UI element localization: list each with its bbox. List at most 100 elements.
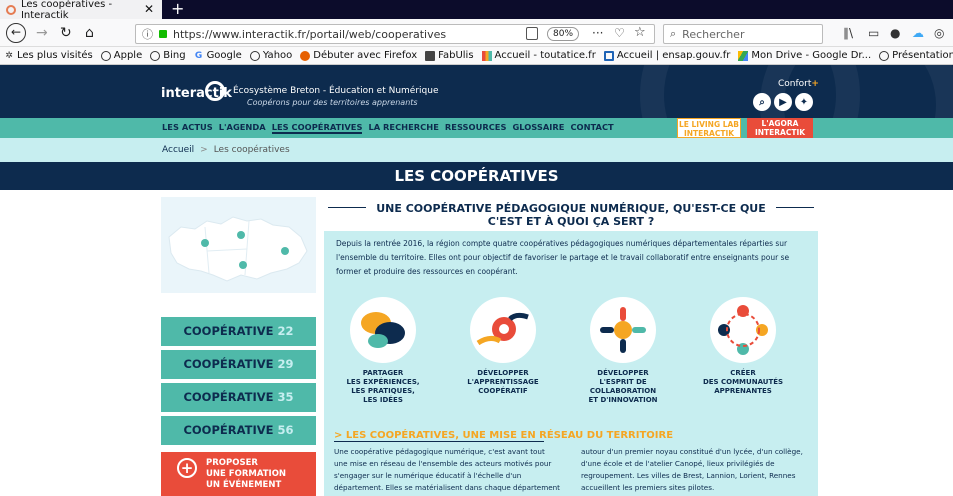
firefox-icon (300, 50, 311, 61)
bookmark-yahoo[interactable]: Yahoo (249, 50, 292, 61)
proposer-formation-button[interactable]: + PROPOSER UNE FORMATION UN ÉVÉNEMENT (161, 452, 316, 496)
bookmark-star-icon[interactable]: ☆ (634, 25, 646, 40)
section-heading: UNE COOPÉRATIVE PÉDAGOGIQUE NUMÉRIQUE, Q… (324, 202, 818, 228)
menu-item-cooperatives[interactable]: LES COOPÉRATIVES (271, 122, 363, 134)
bookmark-label: Mon Drive - Google Dr... (751, 50, 872, 61)
card-label: DÉVELOPPER L'ESPRIT DE COLLABORATION ET … (588, 369, 658, 404)
card-communautes: CRÉER DES COMMUNAUTÉS APPRENANTES (698, 297, 788, 396)
bookmark-google[interactable]: G Google (194, 50, 242, 61)
brittany-map[interactable] (161, 197, 316, 293)
interactik-favicon-icon (6, 4, 16, 15)
bookmark-les-plus-visites[interactable]: ✲ Les plus visités (4, 50, 93, 61)
extension-icon[interactable]: ● (890, 26, 900, 40)
coop-56-button[interactable]: COOPÉRATIVE 56 (161, 416, 316, 445)
menu-item-ressources[interactable]: RESSOURCES (445, 122, 507, 134)
agora-button[interactable]: L'AGORA INTERACTIK (747, 118, 813, 138)
plus-icon: + (177, 458, 197, 478)
account-icon[interactable]: ◎ (934, 26, 944, 40)
bookmark-ensap[interactable]: Accueil | ensap.gouv.fr (603, 50, 731, 61)
search-icon[interactable]: ⌕ (753, 93, 771, 111)
close-tab-icon[interactable]: ✕ (144, 2, 154, 16)
search-input[interactable]: ⌕ Rechercher (663, 24, 823, 44)
intro-paragraph: Depuis la rentrée 2016, la région compte… (336, 239, 790, 276)
new-tab-button[interactable]: + (171, 0, 184, 18)
lock-icon[interactable] (159, 30, 167, 38)
heading-rule (328, 207, 366, 208)
bookmark-label: Débuter avec Firefox (313, 50, 418, 61)
community-people-icon (710, 297, 776, 363)
twitter-icon[interactable]: ✦ (795, 93, 813, 111)
url-text[interactable]: https://www.interactik.fr/portail/web/co… (173, 28, 446, 41)
bookmark-apple[interactable]: Apple (100, 50, 142, 61)
browser-tab-bar: Les coopératives - Interactik ✕ + (0, 0, 953, 21)
confort-link[interactable]: Confort+ (778, 79, 819, 89)
site-logo[interactable]: interactik (161, 86, 232, 101)
coop-label: COOPÉRATIVE (183, 390, 274, 404)
bookmark-label: Accueil - toutatice.fr (494, 50, 596, 61)
proposer-label: PROPOSER UNE FORMATION UN ÉVÉNEMENT (206, 458, 287, 490)
reload-icon[interactable]: ↻ (60, 25, 72, 41)
search-icon: ⌕ (670, 27, 677, 40)
menu-item-recherche[interactable]: LA RECHERCHE (368, 122, 438, 134)
home-icon[interactable]: ⌂ (85, 25, 94, 41)
tab-cooperatives[interactable]: Les coopératives - Interactik ✕ (0, 0, 162, 21)
coop-number: 22 (277, 324, 294, 338)
bookmark-bing[interactable]: Bing (150, 50, 186, 61)
bookmark-toutatice[interactable]: Accueil - toutatice.fr (481, 50, 596, 61)
pocket-icon[interactable]: ♡ (614, 26, 625, 40)
gears-hands-icon (470, 297, 536, 363)
info-icon[interactable]: ⓘ (142, 26, 153, 42)
living-lab-button[interactable]: LE LIVING LAB INTERACTIK (677, 118, 741, 138)
header-decoration (760, 65, 953, 118)
agora-label: L'AGORA INTERACTIK (754, 119, 806, 137)
bookmarks-toolbar: ✲ Les plus visités Apple Bing G Google Yah… (0, 47, 953, 65)
bookmark-label: Présentation [Site péd... (892, 50, 953, 61)
breadcrumb-current: Les coopératives (213, 145, 290, 155)
menu-item-agenda[interactable]: L'AGENDA (219, 122, 266, 134)
menu-item-glossaire[interactable]: GLOSSAIRE (512, 122, 564, 134)
url-bar[interactable]: ⓘ https://www.interactik.fr/portail/web/… (135, 24, 655, 44)
back-arrow-icon[interactable]: ← (6, 23, 26, 43)
bookmark-firefox[interactable]: Débuter avec Firefox (300, 50, 417, 61)
globe-icon (879, 50, 890, 61)
coop-number: 29 (277, 357, 294, 371)
page-actions-menu-icon[interactable]: ··· (592, 26, 603, 40)
sidebar-icon[interactable]: ▭ (868, 26, 879, 40)
tab-title: Les coopératives - Interactik (20, 0, 113, 21)
living-lab-label: LE LIVING LAB INTERACTIK (678, 120, 740, 138)
reader-view-icon[interactable] (526, 27, 538, 40)
bookmark-presentation[interactable]: Présentation [Site péd... (879, 50, 953, 61)
site-header: interactik Écosystème Breton - Éducation… (0, 65, 953, 118)
content-panel: Depuis la rentrée 2016, la région compte… (324, 231, 818, 496)
google-icon: G (194, 50, 203, 61)
subsection-rule (334, 441, 544, 442)
confort-label: Confort (778, 79, 812, 89)
site-subtagline: Coopérons pour des territoires apprenant… (247, 98, 418, 107)
forward-arrow-icon[interactable]: → (36, 25, 48, 41)
bookmark-label: Bing (163, 50, 186, 61)
drive-icon (738, 50, 749, 61)
coop-22-button[interactable]: COOPÉRATIVE 22 (161, 317, 316, 346)
bookmark-fabulis[interactable]: FabUlis (425, 50, 474, 61)
youtube-icon[interactable]: ▶ (774, 93, 792, 111)
bookmark-label: Accueil | ensap.gouv.fr (616, 50, 731, 61)
menu-item-contact[interactable]: CONTACT (570, 122, 613, 134)
coop-35-button[interactable]: COOPÉRATIVE 35 (161, 383, 316, 412)
breadcrumb-home[interactable]: Accueil (162, 145, 194, 155)
zoom-level-badge[interactable]: 80% (547, 27, 580, 41)
heading-rule (776, 207, 814, 208)
coop-label: COOPÉRATIVE (183, 357, 274, 371)
card-collaboration: DÉVELOPPER L'ESPRIT DE COLLABORATION ET … (578, 297, 668, 405)
library-icon[interactable]: ∥\ (843, 26, 853, 40)
coop-number: 56 (277, 423, 294, 437)
card-label: DÉVELOPPER L'APPRENTISSAGE COOPÉRATIF (467, 369, 539, 395)
main-menu-bar: LES ACTUS L'AGENDA LES COOPÉRATIVES LA R… (0, 118, 953, 138)
card-label: PARTAGER LES EXPÉRIENCES, LES PRATIQUES,… (346, 369, 420, 404)
folder-icon (425, 50, 436, 61)
menu-item-actus[interactable]: LES ACTUS (162, 122, 213, 134)
bookmark-drive[interactable]: Mon Drive - Google Dr... (738, 50, 871, 61)
cloud-icon[interactable]: ☁ (912, 26, 924, 40)
bookmark-label: Google (206, 50, 242, 61)
coop-29-button[interactable]: COOPÉRATIVE 29 (161, 350, 316, 379)
browser-navbar: ← → ↻ ⌂ ⓘ https://www.interactik.fr/port… (0, 19, 953, 47)
